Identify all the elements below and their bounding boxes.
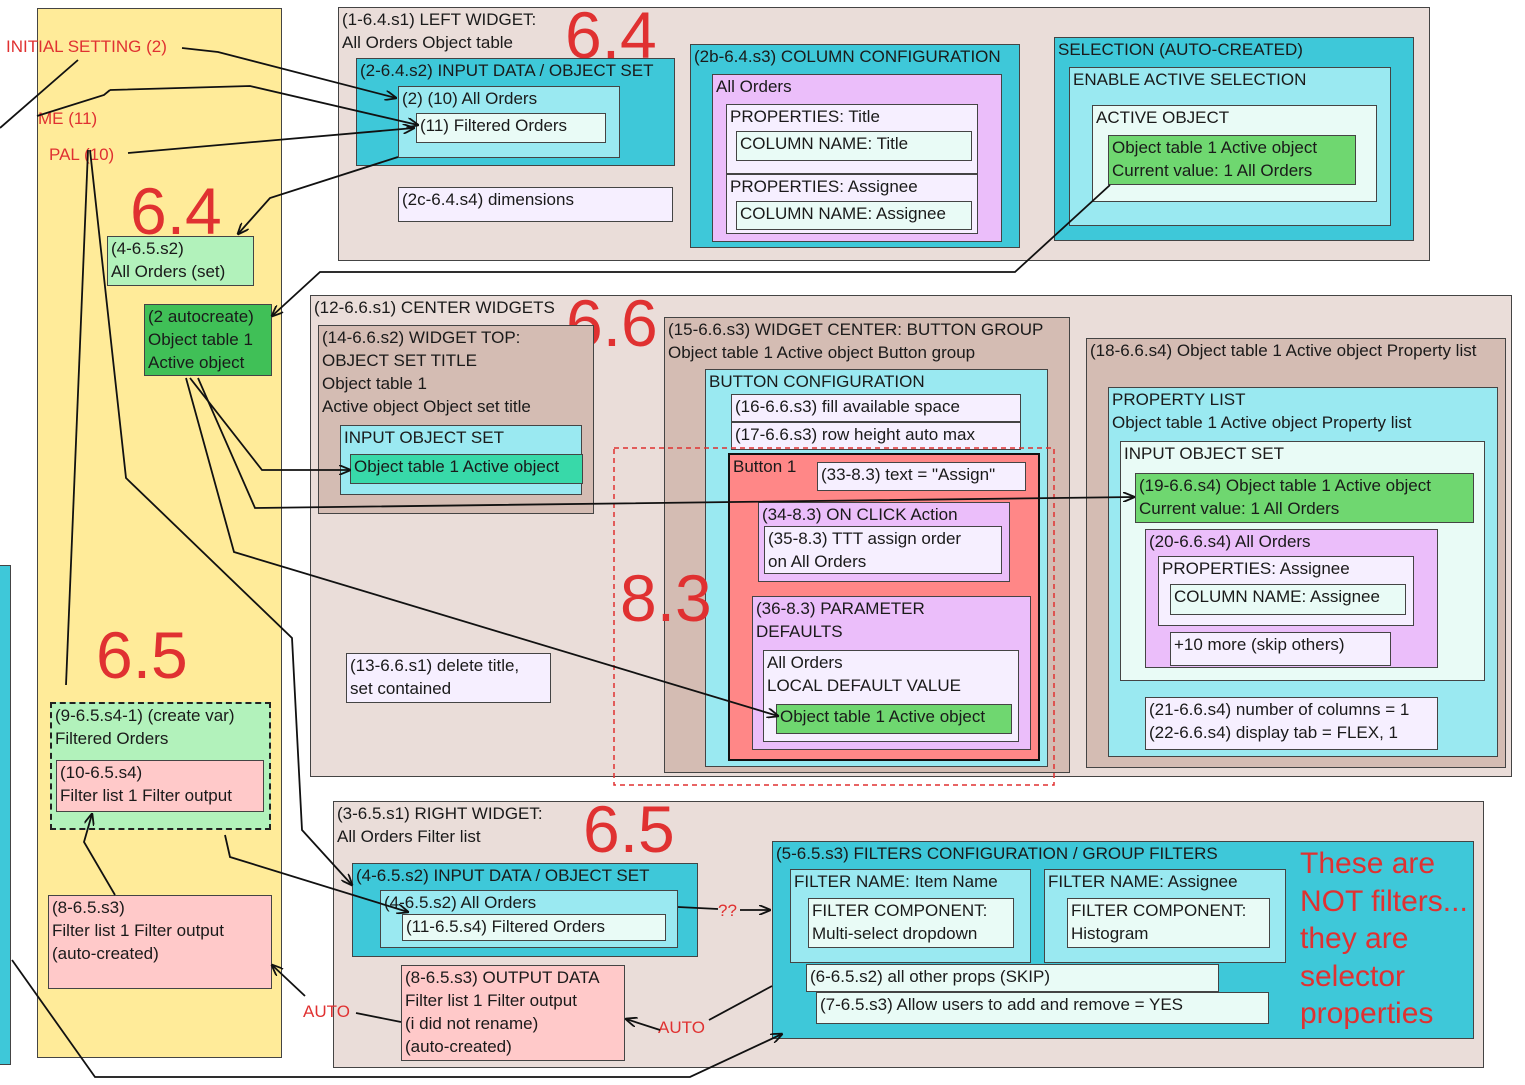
arrow-selection-autocreate bbox=[272, 184, 1111, 316]
arrow-to-right-input bbox=[89, 149, 352, 885]
line-initial-setting-left bbox=[0, 59, 79, 129]
line-me-left bbox=[36, 89, 111, 117]
arrow-filter-up bbox=[83, 814, 116, 896]
line-pal-down bbox=[65, 149, 89, 686]
connector-arrows bbox=[0, 47, 1525, 1078]
arrow-to-set bbox=[238, 156, 399, 234]
arrow-bottom-loop bbox=[11, 959, 782, 1078]
arrow-question bbox=[677, 906, 719, 910]
arrow-auto-left bbox=[272, 965, 306, 997]
line-auto-right-to-filters bbox=[708, 985, 773, 1021]
arrow-pal bbox=[127, 128, 414, 154]
arrow-initial-setting bbox=[181, 47, 396, 98]
arrow-to-parameter bbox=[185, 377, 778, 716]
arrow-to-property-list bbox=[197, 377, 1134, 509]
arrow-to-center-active bbox=[189, 377, 350, 470]
arrow-auto-right bbox=[626, 1019, 661, 1031]
line-auto-left-to-output bbox=[355, 1012, 402, 1023]
